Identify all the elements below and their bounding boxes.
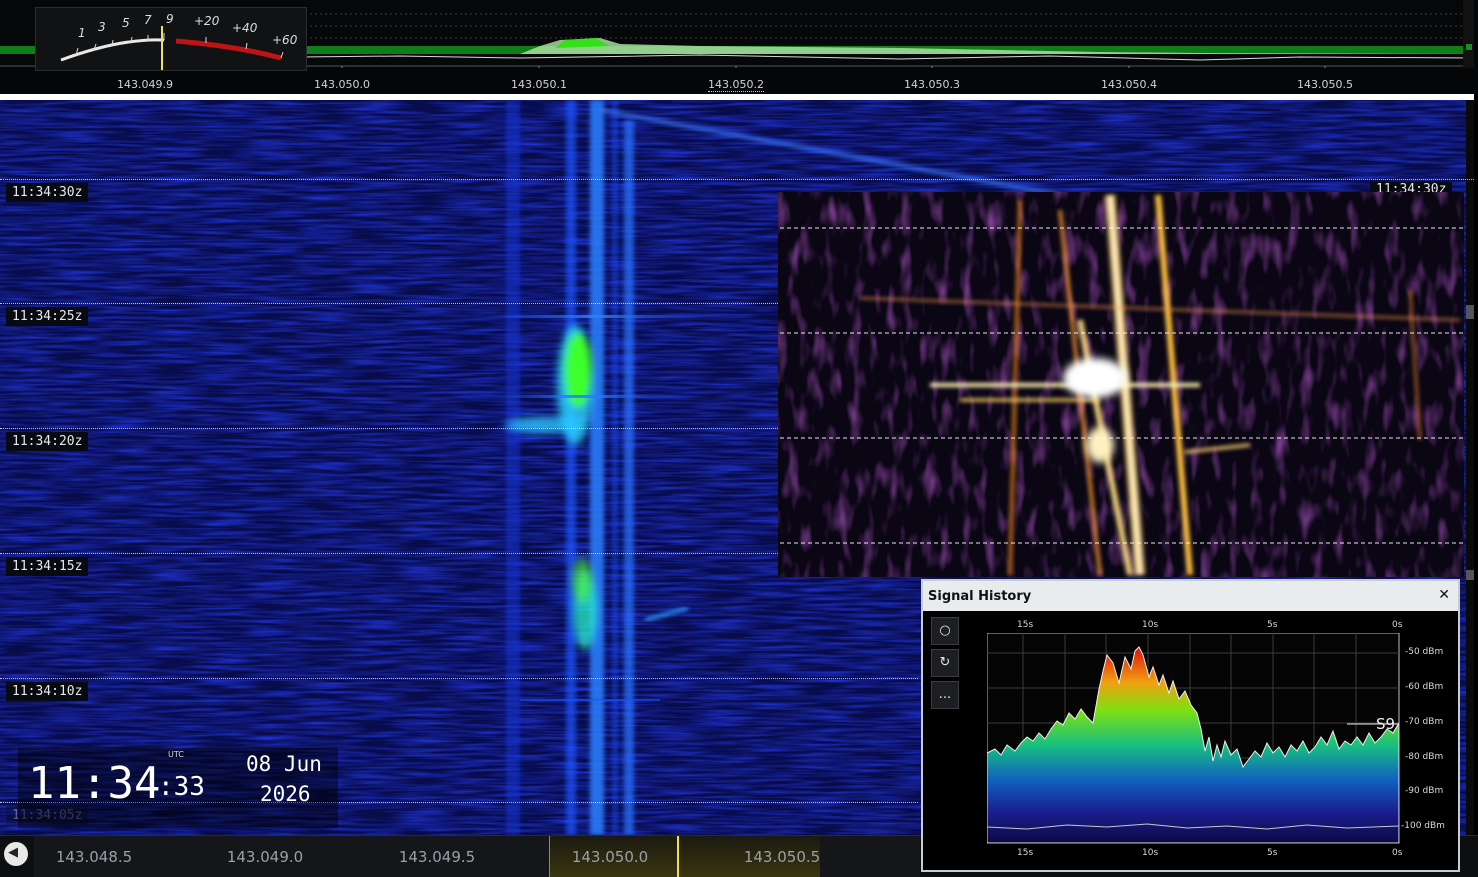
more-options-button[interactable]: ... [931,681,959,709]
utc-clock: UTC 11:34 :33 08 Jun 2026 [18,748,338,828]
time-gridline [0,179,1474,180]
time-tick-top: 10s [1142,620,1159,630]
dbm-tick: -70 dBm [1405,717,1444,727]
freq-label: 143.049.9 [117,78,173,91]
time-tick-bottom: 0s [1392,848,1403,858]
freq-label: 143.050.4 [1101,78,1157,91]
bottom-freq-label: 143.049.5 [398,848,476,866]
dbm-tick: -60 dBm [1405,682,1444,692]
time-tick-top: 0s [1392,620,1403,630]
clock-date: 08 Jun [246,752,322,776]
time-tag: 11:34:25z [6,307,89,326]
time-gridline [0,303,778,304]
s-level-marker: S9 [1376,715,1396,733]
freq-label: 143.050.5 [1297,78,1353,91]
s-meter-label-plus40: +40 [232,21,258,35]
time-tick-bottom: 10s [1142,848,1159,858]
spectrum-panel[interactable]: 1 3 5 7 9 +20 +40 +60 143.049.9 143.050.… [0,0,1478,94]
time-tick-top: 5s [1267,620,1278,630]
time-tag: 11:34:20z [6,432,89,451]
freq-label: 143.050.1 [511,78,567,91]
freq-label: 143.050.3 [904,78,960,91]
bottom-freq-label: 143.048.5 [55,848,133,866]
bottom-freq-label: 143.049.0 [226,848,304,866]
signal-history-window[interactable]: Signal History ✕ ○ ↻ ... 15s 10s 5s 0s 1… [921,579,1460,872]
time-tag: 11:34:30z [6,183,89,202]
time-tag: 11:34:15z [6,557,89,576]
time-tag: 11:34:10z [6,682,89,701]
signal-history-chart [987,633,1400,844]
rewind-icon: ◀ [8,845,18,860]
dbm-tick: -90 dBm [1405,786,1444,796]
s-meter: 1 3 5 7 9 +20 +40 +60 [35,7,307,71]
clock-seconds: :33 [158,772,205,802]
clock-year: 2026 [260,782,311,806]
zoom-overlay[interactable] [778,192,1464,577]
freq-label: 143.050.0 [314,78,370,91]
time-gridline [0,553,778,554]
time-tick-bottom: 5s [1267,848,1278,858]
time-gridline [0,678,918,679]
tuning-cursor[interactable] [677,836,679,877]
refresh-button[interactable]: ↻ [931,649,959,677]
clock-utc-label: UTC [168,750,184,759]
bottom-freq-label: 143.050.0 [571,848,649,866]
s-meter-label-5: 5 [122,16,130,30]
time-tick-top: 15s [1017,620,1034,630]
close-icon[interactable]: ✕ [1438,587,1450,603]
clock-hhmm: 11:34 [28,758,161,809]
record-button[interactable]: ○ [931,617,959,645]
s-meter-label-7: 7 [144,13,152,27]
time-tag-right: 11:34:30z [1370,182,1453,192]
time-gridline [0,428,778,429]
signal-history-titlebar[interactable]: Signal History ✕ [923,581,1458,611]
dbm-tick: -80 dBm [1405,752,1444,762]
bottom-freq-label: 143.050.5 [743,848,821,866]
s-meter-label-plus60: +60 [272,33,298,47]
time-tick-bottom: 15s [1017,848,1034,858]
freq-label-center: 143.050.2 [708,78,764,92]
dbm-tick: -100 dBm [1401,821,1445,831]
dbm-tick: -50 dBm [1405,647,1444,657]
s-meter-label-plus20: +20 [194,14,220,28]
s-meter-label-9: 9 [166,12,174,26]
signal-history-title: Signal History [928,589,1032,604]
s-meter-label-1: 1 [78,26,86,40]
s-meter-label-3: 3 [98,20,106,34]
